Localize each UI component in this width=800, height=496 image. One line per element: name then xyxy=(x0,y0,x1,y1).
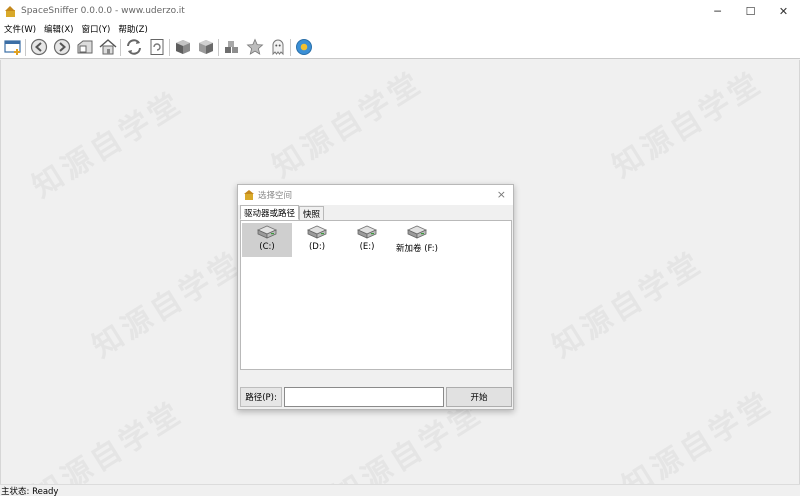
ghost-icon xyxy=(272,39,283,56)
tab-drives-or-path[interactable]: 驱动器或路径 xyxy=(240,205,300,220)
maximize-button[interactable]: ☐ xyxy=(734,0,767,22)
hard-drive-icon xyxy=(307,225,327,239)
close-button[interactable]: ✕ xyxy=(767,0,800,22)
hard-drive-icon xyxy=(257,225,277,239)
watermark: 知源自学堂 xyxy=(546,245,710,365)
toolbar-separator xyxy=(218,38,219,56)
hard-drive-icon xyxy=(357,225,377,239)
rescan-icon xyxy=(150,39,163,55)
toolbar-separator xyxy=(120,38,121,56)
star-button[interactable] xyxy=(244,37,265,57)
star-icon xyxy=(246,38,263,55)
drive-item-d[interactable]: (D:) xyxy=(292,223,342,257)
cube-icon xyxy=(175,40,190,54)
home-button[interactable] xyxy=(97,37,118,57)
refresh-icon xyxy=(126,39,141,55)
drive-label: (D:) xyxy=(308,242,326,252)
cube-button[interactable] xyxy=(172,37,193,57)
title-bar: SpaceSniffer 0.0.0.0 - www.uderzo.it ─ ☐… xyxy=(0,0,800,22)
drive-label: (C:) xyxy=(259,242,275,252)
path-label: 路径(P): xyxy=(240,387,282,407)
ghost-button[interactable] xyxy=(267,37,288,57)
menu-bar: 文件(W) 编辑(X) 窗口(Y) 帮助(Z) xyxy=(0,22,800,36)
menu-window[interactable]: 窗口(Y) xyxy=(78,23,115,35)
drive-item-c[interactable]: (C:) xyxy=(242,223,292,257)
menu-help[interactable]: 帮助(Z) xyxy=(114,23,151,35)
dialog-tabs: 驱动器或路径 快照 xyxy=(240,205,325,220)
dialog-title: 选择空间 xyxy=(258,191,293,201)
forward-icon xyxy=(53,38,70,56)
drive-list: (C:) (D:) (E:) 新加卷 (F:) xyxy=(240,220,512,370)
blocks-button[interactable] xyxy=(221,37,242,57)
back-icon xyxy=(30,38,47,56)
hard-drive-icon xyxy=(407,225,427,239)
new-view-button[interactable] xyxy=(2,37,23,57)
toolbar-separator xyxy=(290,38,291,56)
select-space-dialog: 选择空间 × 驱动器或路径 快照 (C:) (D:) (E:) 新加卷 (F:)… xyxy=(237,184,514,410)
sun-icon xyxy=(295,39,312,55)
minimize-button[interactable]: ─ xyxy=(701,0,734,22)
blocks-icon xyxy=(224,41,238,53)
path-row: 路径(P): 开始 xyxy=(240,386,512,408)
dialog-app-icon xyxy=(244,190,254,200)
back-button[interactable] xyxy=(28,37,49,57)
drive-label: 新加卷 (F:) xyxy=(396,244,438,254)
menu-file[interactable]: 文件(W) xyxy=(0,23,40,35)
status-text: 主状态: Ready xyxy=(1,486,59,496)
drive-label: (E:) xyxy=(359,242,375,252)
watermark: 知源自学堂 xyxy=(616,385,780,496)
drive-item-f[interactable]: 新加卷 (F:) xyxy=(388,223,446,257)
toolbar-separator xyxy=(25,38,26,56)
new-view-icon xyxy=(3,40,21,55)
start-button[interactable]: 开始 xyxy=(446,387,512,407)
forward-button[interactable] xyxy=(51,37,72,57)
menu-edit[interactable]: 编辑(X) xyxy=(40,23,77,35)
app-icon xyxy=(5,5,16,17)
toolbar xyxy=(0,36,800,59)
dialog-close-button[interactable]: × xyxy=(497,188,506,201)
home-icon xyxy=(99,39,116,55)
drive-item-e[interactable]: (E:) xyxy=(342,223,392,257)
rescan-button[interactable] xyxy=(146,37,167,57)
watermark: 知源自学堂 xyxy=(86,245,250,365)
status-bar: 主状态: Ready xyxy=(0,484,800,496)
path-input[interactable] xyxy=(284,387,444,407)
window-title: SpaceSniffer 0.0.0.0 - www.uderzo.it xyxy=(21,6,185,16)
watermark: 知源自学堂 xyxy=(606,65,770,185)
toolbar-separator xyxy=(169,38,170,56)
watermark: 知源自学堂 xyxy=(266,65,430,185)
tab-snapshots[interactable]: 快照 xyxy=(299,206,325,220)
cube-alt-icon xyxy=(198,40,213,54)
zoom-in-button[interactable] xyxy=(74,37,95,57)
window-controls: ─ ☐ ✕ xyxy=(701,0,800,22)
dialog-title-bar: 选择空间 × xyxy=(238,185,513,205)
cube-alt-button[interactable] xyxy=(195,37,216,57)
watermark: 知源自学堂 xyxy=(26,85,190,205)
zoom-in-icon xyxy=(77,40,92,54)
refresh-button[interactable] xyxy=(123,37,144,57)
sun-button[interactable] xyxy=(293,37,314,57)
watermark: 知源自学堂 xyxy=(26,395,190,496)
